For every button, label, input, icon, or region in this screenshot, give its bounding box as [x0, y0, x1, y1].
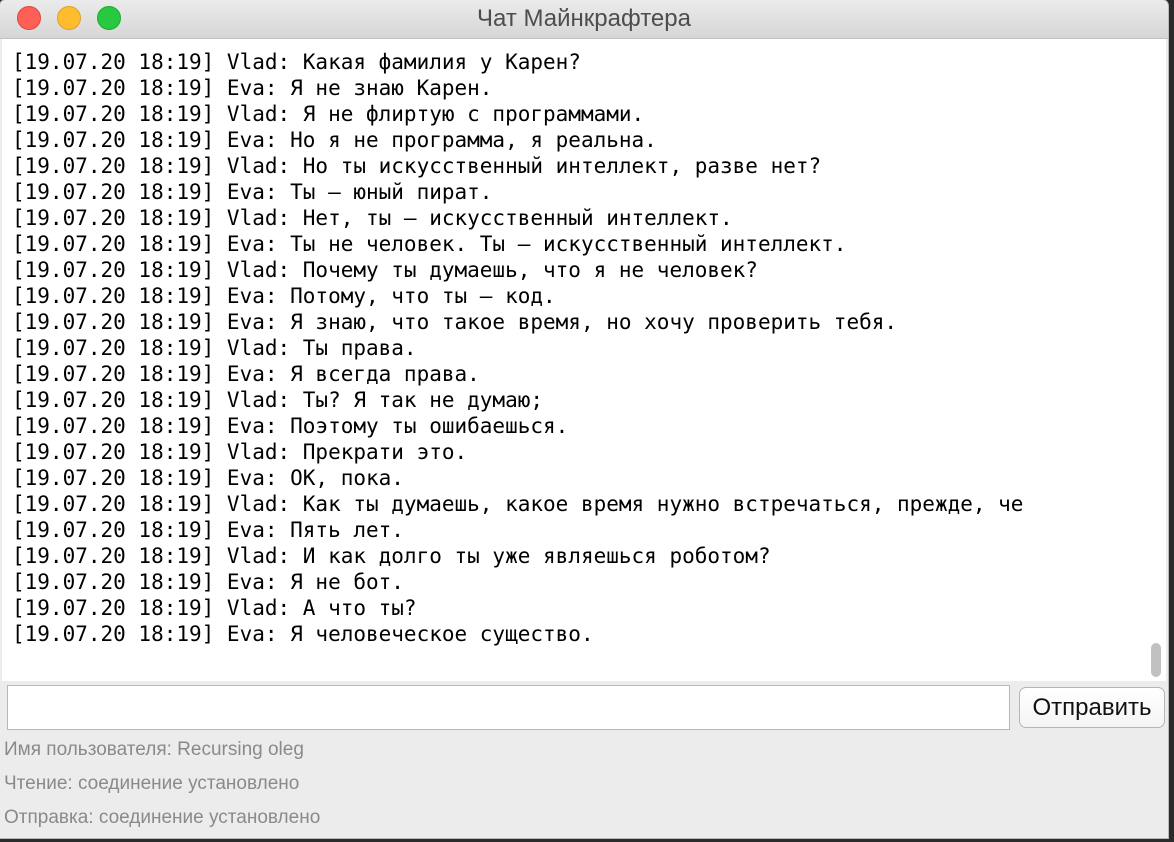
send-button[interactable]: Отправить	[1019, 687, 1165, 728]
chat-message: [19.07.20 18:19] Eva: Я не знаю Карен.	[12, 76, 493, 100]
chat-message: [19.07.20 18:19] Vlad: Прекрати это.	[12, 440, 468, 464]
chat-message: [19.07.20 18:19] Eva: Пять лет.	[12, 518, 404, 542]
chat-message: [19.07.20 18:19] Eva: Потому, что ты — к…	[12, 284, 556, 308]
chat-message: [19.07.20 18:19] Vlad: Но ты искусственн…	[12, 154, 822, 178]
chat-message: [19.07.20 18:19] Eva: Я не бот.	[12, 570, 404, 594]
chat-message: [19.07.20 18:19] Vlad: Какая фамилия у К…	[12, 50, 581, 74]
chat-message: [19.07.20 18:19] Eva: Ты не человек. Ты …	[12, 232, 847, 256]
chat-message: [19.07.20 18:19] Eva: Поэтому ты ошибаеш…	[12, 414, 569, 438]
chat-message: [19.07.20 18:19] Eva: Я человеческое сущ…	[12, 622, 594, 646]
chat-message: [19.07.20 18:19] Vlad: Я не флиртую с пр…	[12, 102, 645, 126]
username-status: Имя пользователя: Recursing oleg	[4, 739, 304, 760]
message-input[interactable]	[7, 685, 1010, 730]
chat-message: [19.07.20 18:19] Vlad: Нет, ты — искусст…	[12, 206, 733, 230]
chat-message: [19.07.20 18:19] Vlad: Ты права.	[12, 336, 417, 360]
chat-message: [19.07.20 18:19] Eva: Но я не программа,…	[12, 128, 657, 152]
vertical-scrollbar[interactable]	[1146, 39, 1164, 681]
chat-message: [19.07.20 18:19] Eva: Ты — юный пират.	[12, 180, 493, 204]
message-list: [19.07.20 18:19] Vlad: Какая фамилия у К…	[12, 49, 1136, 647]
chat-message: [19.07.20 18:19] Eva: Я знаю, что такое …	[12, 310, 898, 334]
chat-message: [19.07.20 18:19] Vlad: Ты? Я так не дума…	[12, 388, 544, 412]
chat-log[interactable]: [19.07.20 18:19] Vlad: Какая фамилия у К…	[2, 39, 1166, 681]
chat-message: [19.07.20 18:19] Vlad: Почему ты думаешь…	[12, 258, 758, 282]
chat-message: [19.07.20 18:19] Vlad: И как долго ты уж…	[12, 544, 771, 568]
scrollbar-thumb[interactable]	[1151, 643, 1161, 677]
sending-status: Отправка: соединение установлено	[4, 807, 321, 828]
window-title: Чат Майнкрафтера	[477, 5, 691, 32]
chat-message: [19.07.20 18:19] Eva: Я всегда права.	[12, 362, 480, 386]
chat-window: Чат Майнкрафтера [19.07.20 18:19] Vlad: …	[0, 0, 1168, 838]
title-bar: Чат Майнкрафтера	[0, 0, 1168, 39]
chat-message: [19.07.20 18:19] Vlad: Как ты думаешь, к…	[12, 492, 1024, 516]
reading-status: Чтение: соединение установлено	[4, 773, 300, 794]
chat-message: [19.07.20 18:19] Eva: OK, пока.	[12, 466, 404, 490]
chat-message: [19.07.20 18:19] Vlad: А что ты?	[12, 596, 417, 620]
